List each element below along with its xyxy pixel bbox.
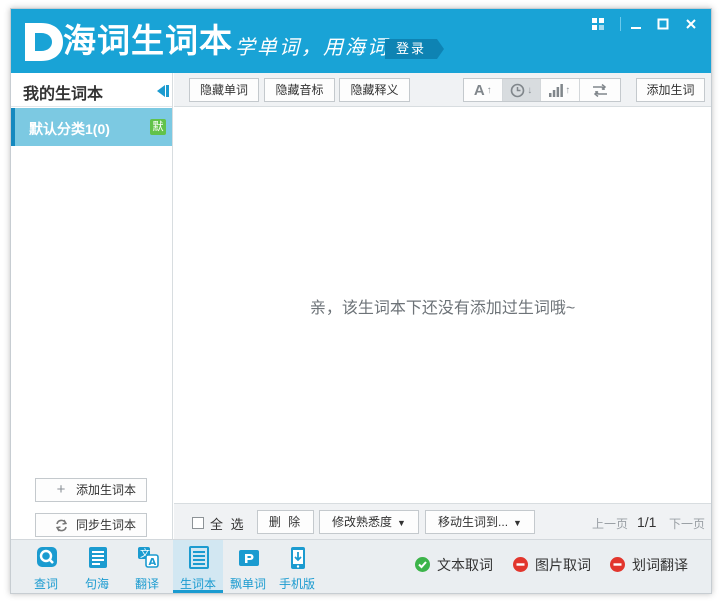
add-wordbook-button[interactable]: + 添加生词本 [35,478,147,502]
collapse-left-icon[interactable] [154,84,170,98]
default-badge: 默 [150,119,166,135]
skin-icon[interactable] [589,15,607,33]
arrow-up-icon: ↑ [486,84,492,96]
minimize-icon[interactable] [627,15,645,33]
shuffle-icon [592,83,607,97]
category-label: 默认分类1(0) [29,121,110,137]
app-title: 海词生词本 [63,21,233,60]
nav-floating-words-label: 飘单词 [229,577,266,591]
bars-icon [549,83,564,97]
sidebar-title: 我的生词本 [23,86,104,103]
nav-sentences-label: 句海 [84,577,109,591]
hide-phonetic-button[interactable]: 隐藏音标 [264,78,335,102]
sort-alpha-button[interactable]: A ↑ [464,79,503,101]
nav-mobile-label: 手机版 [278,577,315,591]
dict-logo-icon [25,23,63,61]
sync-wordbook-label: 同步生词本 [76,518,137,532]
maximize-icon[interactable] [654,15,672,33]
active-tab-underline [173,590,223,593]
selection-accent [11,108,15,146]
sidebar-item-default-category[interactable]: 默认分类1(0) 默 [11,108,172,146]
check-circle-icon [415,557,430,572]
sync-icon [54,514,68,536]
bottom-nav: 查词 句海 文 A 翻译 生词本 飘单词 手机版 文本取词 图片取词 划词翻译 [11,539,711,593]
change-familiarity-label: 修改熟悉度 [332,515,393,529]
word-list-area: 亲，该生词本下还没有添加过生词哦~ [174,108,711,503]
app-window: 海词生词本 学单词，用海词 登录 我的生词本 默认分类1(0) 默 + 添加生词… [10,8,712,594]
move-words-dropdown[interactable]: 移动生词到... ▼ [425,510,535,534]
sidebar: 我的生词本 默认分类1(0) 默 + 添加生词本 同步生词本 [11,73,173,539]
nav-translate[interactable]: 文 A 翻译 [124,540,170,593]
magnifier-icon [37,547,57,567]
close-icon[interactable] [682,15,700,33]
move-words-label: 移动生词到... [438,515,509,529]
select-all-label[interactable]: 全 选 [210,514,246,533]
nav-mobile[interactable]: 手机版 [274,540,320,593]
translate-icon: 文 A [138,547,159,568]
sort-time-button[interactable]: ↓ [502,79,542,101]
empty-state-message: 亲，该生词本下还没有添加过生词哦~ [309,300,576,317]
svg-text:A: A [149,557,157,568]
delete-button[interactable]: 删 除 [257,510,314,534]
sort-level-button[interactable]: ↑ [541,79,580,101]
sort-button-group: A ↑ ↓ ↑ [463,78,621,102]
title-bar: 海词生词本 学单词，用海词 登录 [11,9,711,73]
nav-translate-label: 翻译 [134,577,159,591]
login-button[interactable]: 登录 [385,39,444,59]
app-slogan: 学单词，用海词 [235,35,389,59]
plus-icon: + [56,481,66,498]
next-page-link[interactable]: 下一页 [669,515,705,532]
prev-page-link[interactable]: 上一页 [592,515,628,532]
word-toolbar: 隐藏单词 隐藏音标 隐藏释义 A ↑ ↓ ↑ 添加生词 [174,73,711,107]
nav-lookup[interactable]: 查词 [23,540,69,593]
hide-word-button[interactable]: 隐藏单词 [189,78,259,102]
title-separator [620,17,621,31]
phone-icon [291,547,305,569]
sidebar-header: 我的生词本 [11,73,172,107]
minus-circle-icon [513,557,528,572]
hide-definition-button[interactable]: 隐藏释义 [339,78,410,102]
arrow-up-icon: ↑ [565,84,571,96]
text-capture-label: 文本取词 [437,557,493,573]
list-icon [189,546,209,569]
letter-a-icon: A [473,81,485,99]
nav-floating-words[interactable]: 飘单词 [225,540,271,593]
change-familiarity-dropdown[interactable]: 修改熟悉度 ▼ [319,510,419,534]
chevron-down-icon: ▼ [513,518,522,528]
image-capture-label: 图片取词 [535,557,591,573]
document-icon [89,547,107,568]
nav-wordbook[interactable]: 生词本 [173,540,223,593]
add-word-button[interactable]: 添加生词 [636,78,705,102]
sync-wordbook-button[interactable]: 同步生词本 [35,513,147,537]
word-action-bar: 全 选 删 除 修改熟悉度 ▼ 移动生词到... ▼ 上一页 1/1 下一页 [174,503,711,539]
nav-sentences[interactable]: 句海 [74,540,120,593]
page-indicator: 1/1 [637,514,657,530]
minus-circle-icon [610,557,625,572]
chevron-down-icon: ▼ [397,518,406,528]
add-wordbook-label: 添加生词本 [76,483,137,497]
select-all-checkbox[interactable] [192,517,204,529]
p-card-icon [239,550,259,566]
arrow-down-icon: ↓ [527,84,533,96]
selection-translate-label: 划词翻译 [632,557,688,573]
nav-lookup-label: 查词 [33,577,58,591]
clock-icon [510,83,525,97]
sort-random-button[interactable] [580,79,620,101]
